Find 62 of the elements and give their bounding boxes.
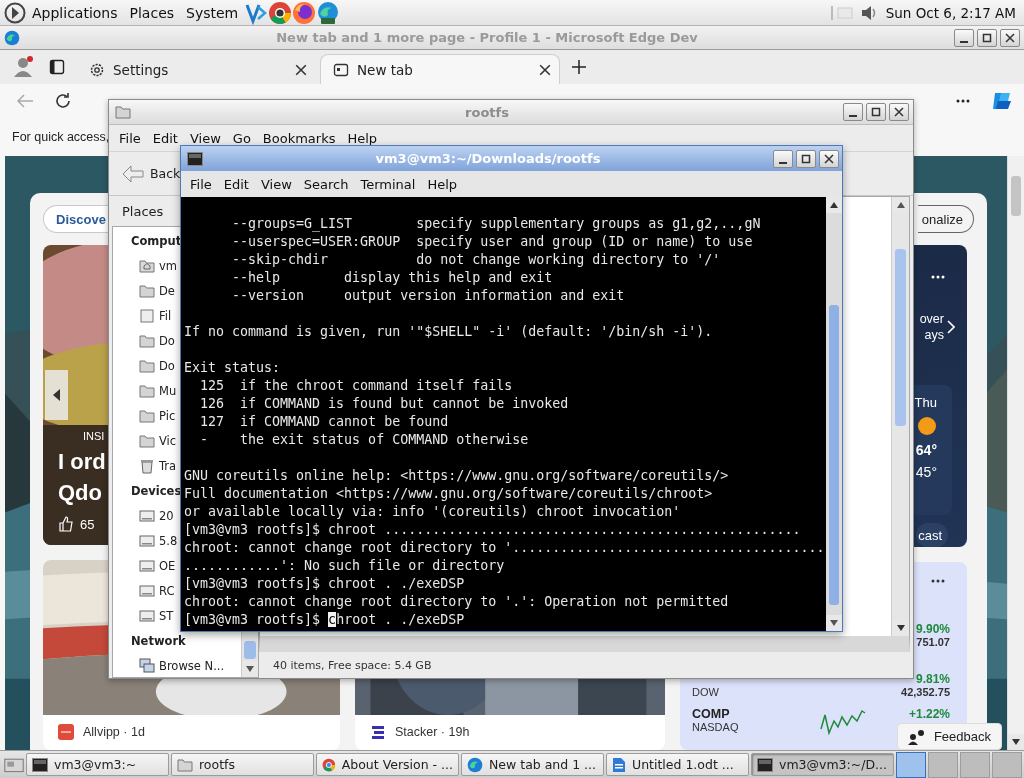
system-logo-icon[interactable] — [4, 1, 26, 24]
menu-item[interactable]: File — [113, 130, 147, 146]
folder-icon — [115, 104, 131, 120]
menu-item[interactable]: Go — [226, 130, 257, 146]
page-icon — [333, 61, 349, 78]
taskbar-button[interactable]: rootfs — [171, 753, 314, 776]
close-icon — [894, 107, 904, 117]
workspace-switcher-cell[interactable] — [928, 751, 958, 778]
tab-actions-icon[interactable] — [49, 59, 65, 75]
scrollbar[interactable] — [1007, 156, 1024, 750]
scrollbar-thumb[interactable] — [1011, 176, 1021, 216]
workspace-switcher-cell[interactable] — [960, 751, 990, 778]
maximize-button[interactable] — [977, 28, 997, 47]
firefox-icon[interactable] — [292, 0, 317, 25]
more-icon[interactable] — [956, 99, 970, 103]
minimize-button[interactable] — [954, 28, 974, 47]
taskbar-button[interactable]: Untitled 1.odt ... — [606, 753, 749, 776]
volume-icon[interactable] — [859, 3, 878, 22]
browser-tab[interactable]: Settings — [76, 54, 316, 84]
minimize-icon — [960, 40, 968, 43]
workspace-switcher-cell[interactable] — [896, 751, 926, 778]
close-button[interactable] — [1000, 28, 1020, 47]
close-icon[interactable] — [295, 63, 307, 76]
folder-icon — [177, 756, 193, 773]
terminal-icon — [757, 757, 773, 772]
taskbar-button[interactable]: vm3@vm3:~/D... — [751, 753, 894, 776]
clock: Sun Oct 6, 2:17 AM — [884, 4, 1017, 21]
maximize-button[interactable] — [866, 103, 886, 121]
window-title: rootfs — [464, 104, 510, 120]
settings-icon — [89, 61, 105, 78]
browser-tab[interactable]: New tab — [320, 54, 560, 84]
menu-item[interactable]: View — [183, 130, 227, 146]
panel-menu[interactable]: Places — [123, 4, 181, 21]
taskbar-button[interactable]: New tab and 1 ... — [461, 753, 604, 776]
edge-dev-icon[interactable] — [316, 0, 341, 25]
profile-avatar-icon[interactable] — [11, 55, 35, 79]
menu-item[interactable]: Help — [341, 130, 384, 146]
edge-icon — [4, 29, 20, 46]
favorites-hint: For quick access, — [12, 130, 110, 144]
maximize-icon — [871, 107, 881, 117]
chrome-icon[interactable] — [268, 0, 293, 25]
refresh-icon[interactable] — [54, 92, 72, 110]
panel-menu[interactable]: Applications — [26, 4, 124, 21]
window-title: New tab and 1 more page - Profile 1 - Microsoft Edge Dev — [275, 30, 699, 45]
chrome-icon — [322, 756, 336, 773]
panel-menu[interactable]: System — [180, 4, 245, 21]
terminal-icon — [32, 757, 48, 772]
maximize-icon — [982, 32, 992, 43]
close-icon[interactable] — [539, 63, 551, 76]
edge-icon — [467, 756, 483, 773]
minimize-icon — [849, 115, 857, 117]
scroll-arrow-icon[interactable] — [1012, 739, 1020, 745]
taskbar-button[interactable]: About Version - ... — [316, 753, 459, 776]
new-tab-icon[interactable] — [571, 59, 587, 75]
document-icon — [612, 756, 626, 773]
taskbar-button[interactable]: vm3@vm3:~ — [26, 753, 169, 776]
menu-item[interactable]: Edit — [146, 130, 184, 146]
close-icon — [1005, 32, 1015, 43]
workspace-switcher-cell[interactable] — [992, 751, 1022, 778]
menu-item[interactable]: Bookmarks — [256, 130, 342, 146]
minimize-button[interactable] — [843, 103, 863, 121]
close-button[interactable] — [889, 103, 909, 121]
